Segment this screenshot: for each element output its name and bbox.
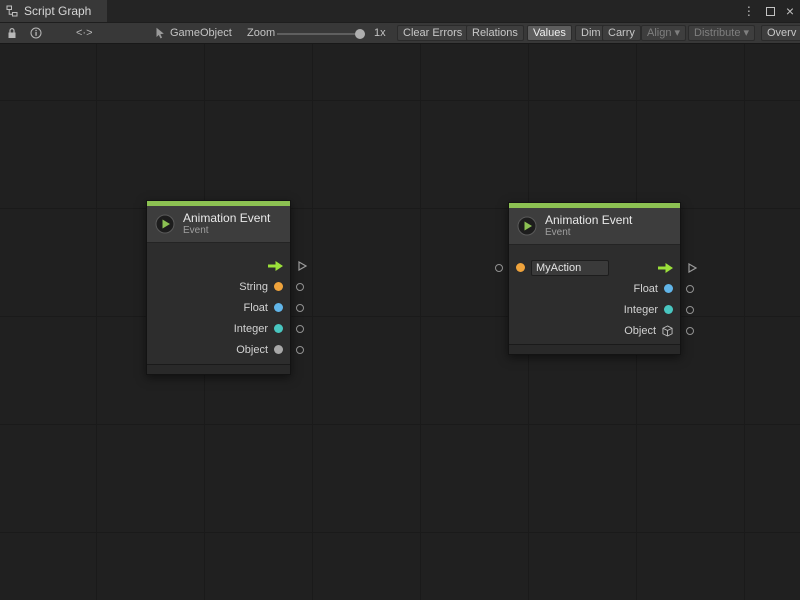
- port-label: Float: [634, 283, 658, 295]
- dropdown-arrow-icon: ▾: [743, 26, 749, 40]
- code-ports-icon[interactable]: <·>: [76, 23, 93, 43]
- flow-arrow-icon: [268, 261, 283, 271]
- integer-type-icon: [274, 324, 283, 333]
- gameobject-reference[interactable]: GameObject: [155, 23, 232, 43]
- node-subtitle: Event: [183, 225, 270, 237]
- align-button[interactable]: Align ▾: [641, 25, 686, 41]
- port-label: Object: [236, 344, 268, 356]
- node-header[interactable]: Animation Event Event: [509, 208, 680, 245]
- object-type-icon: [274, 345, 283, 354]
- gameobject-label: GameObject: [170, 27, 232, 39]
- object-output-port[interactable]: [686, 327, 694, 335]
- node-footer: [509, 344, 680, 354]
- clear-errors-button[interactable]: Clear Errors: [397, 25, 468, 41]
- action-name-field[interactable]: [531, 260, 609, 276]
- node-footer: [147, 364, 290, 374]
- node-subtitle: Event: [545, 227, 632, 239]
- window-menu-icon[interactable]: ⋮: [743, 4, 755, 18]
- node-title: Animation Event: [183, 211, 270, 225]
- output-row-float: Float: [509, 278, 680, 299]
- output-row-integer: Integer: [509, 299, 680, 320]
- port-label: Integer: [234, 323, 268, 335]
- string-type-icon: [516, 263, 525, 272]
- overview-button[interactable]: Overv: [761, 25, 800, 41]
- node-header[interactable]: Animation Event Event: [147, 206, 290, 243]
- window-titlebar: Script Graph ⋮ ×: [0, 0, 800, 22]
- tab-title: Script Graph: [24, 4, 91, 18]
- event-play-icon: [155, 214, 175, 234]
- flow-output-row: [147, 255, 290, 276]
- graph-toolbar: <·> GameObject Zoom 1x Clear Errors Rela…: [0, 22, 800, 44]
- float-output-port[interactable]: [686, 285, 694, 293]
- float-type-icon: [274, 303, 283, 312]
- output-row-float: Float: [147, 297, 290, 318]
- relations-button[interactable]: Relations: [466, 25, 524, 41]
- lock-icon[interactable]: [7, 23, 17, 43]
- port-label: Float: [244, 302, 268, 314]
- zoom-slider-handle[interactable]: [355, 29, 365, 39]
- maximize-icon[interactable]: [766, 7, 775, 16]
- string-output-port[interactable]: [296, 283, 304, 291]
- animation-event-node-1[interactable]: Animation Event Event String: [146, 200, 291, 375]
- script-graph-window: Script Graph ⋮ × <·>: [0, 0, 800, 600]
- node-body: Float Integer Object: [509, 245, 680, 344]
- object-cube-icon: [662, 325, 673, 337]
- float-output-port[interactable]: [296, 304, 304, 312]
- distribute-label: Distribute: [694, 26, 740, 40]
- node-body: String Float Integer Object: [147, 243, 290, 364]
- output-row-object: Object: [509, 320, 680, 341]
- dropdown-arrow-icon: ▾: [674, 26, 680, 40]
- zoom-value: 1x: [374, 23, 386, 43]
- port-label: Object: [624, 325, 656, 337]
- align-label: Align: [647, 26, 671, 40]
- window-controls: ⋮ ×: [743, 0, 794, 22]
- node-title: Animation Event: [545, 213, 632, 227]
- integer-output-port[interactable]: [686, 306, 694, 314]
- output-row-integer: Integer: [147, 318, 290, 339]
- integer-type-icon: [664, 305, 673, 314]
- values-button[interactable]: Values: [527, 25, 572, 41]
- tab-script-graph[interactable]: Script Graph: [0, 0, 107, 22]
- graph-canvas[interactable]: Animation Event Event String: [0, 44, 800, 600]
- output-row-object: Object: [147, 339, 290, 360]
- zoom-label: Zoom: [247, 23, 275, 43]
- output-row-string: String: [147, 276, 290, 297]
- event-play-icon: [517, 216, 537, 236]
- flow-output-port[interactable]: [298, 261, 307, 271]
- gameobject-icon: [155, 27, 165, 39]
- animation-event-node-2[interactable]: Animation Event Event: [508, 202, 681, 355]
- info-icon[interactable]: [30, 23, 42, 43]
- carry-button[interactable]: Carry: [602, 25, 641, 41]
- port-label: String: [239, 281, 268, 293]
- name-input-port[interactable]: [495, 264, 503, 272]
- string-type-icon: [274, 282, 283, 291]
- close-icon[interactable]: ×: [786, 3, 794, 19]
- integer-output-port[interactable]: [296, 325, 304, 333]
- distribute-button[interactable]: Distribute ▾: [688, 25, 755, 41]
- zoom-slider[interactable]: [277, 33, 365, 35]
- flow-arrow-icon: [658, 263, 673, 273]
- float-type-icon: [664, 284, 673, 293]
- script-graph-icon: [6, 5, 18, 17]
- port-label: Integer: [624, 304, 658, 316]
- name-input-and-flow-row: [509, 257, 680, 278]
- object-output-port[interactable]: [296, 346, 304, 354]
- flow-output-port[interactable]: [688, 263, 697, 273]
